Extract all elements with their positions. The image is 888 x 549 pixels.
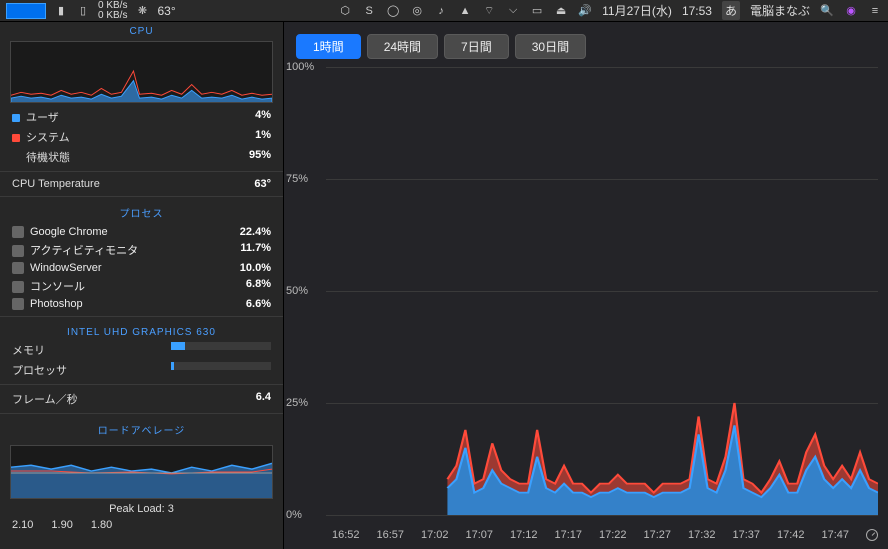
gpu-memory-row: メモリ [0,340,283,360]
peak-load: Peak Load: 3 [0,503,283,515]
cpu-idle-row: 待機状態95% [0,147,283,167]
menubar-app[interactable]: 電脳まなぶ [750,2,810,19]
app-icon [12,298,24,310]
x-label: 16:57 [377,529,405,541]
siri-icon[interactable]: ◉ [844,4,858,18]
target-icon[interactable]: ◎ [410,4,424,18]
clock-icon[interactable] [866,529,878,541]
dropbox-icon[interactable]: ⬡ [338,4,352,18]
tab-24時間[interactable]: 24時間 [367,34,438,59]
process-row[interactable]: コンソール6.8% [0,276,283,296]
volume-icon[interactable]: 🔊 [578,4,592,18]
y-label: 75% [286,173,308,185]
process-row[interactable]: Google Chrome22.4% [0,224,283,240]
fps-row: フレーム／秒6.4 [0,389,283,409]
spotlight-icon[interactable]: 🔍 [820,4,834,18]
x-label: 17:22 [599,529,627,541]
gpu-section-title: INTEL UHD GRAPHICS 630 [0,321,283,340]
shazam-icon[interactable]: ♪ [434,4,448,18]
menubar-date[interactable]: 11月27日(水) [602,2,672,19]
cpu-meter-icon[interactable] [6,3,46,19]
x-label: 17:37 [733,529,761,541]
process-row[interactable]: アクティビティモニタ11.7% [0,240,283,260]
time-range-tabs: 1時間24時間7日間30日間 [284,22,888,67]
app-icon [12,281,24,293]
y-label: 50% [286,285,308,297]
wifi-icon[interactable]: ⌵ [506,4,520,18]
app-icon [12,226,24,238]
tab-1時間[interactable]: 1時間 [296,34,361,59]
y-label: 100% [286,61,314,73]
cpu-section-title: CPU [0,22,283,41]
display-icon[interactable]: ▭ [530,4,544,18]
bluetooth-icon[interactable]: ⌔ [482,4,496,18]
s-icon[interactable]: S [362,4,376,18]
ime-indicator[interactable]: あ [722,1,740,20]
cpu-system-row: システム1% [0,127,283,147]
load-legend: 2.10 1.90 1.80 [0,515,283,535]
mem-icon[interactable]: ▮ [54,4,68,18]
gpu-processor-row: プロセッサ [0,360,283,380]
process-row[interactable]: WindowServer10.0% [0,260,283,276]
menu-icon[interactable]: ≡ [868,4,882,18]
y-label: 0% [286,509,302,521]
cpu-temp-row: CPU Temperature63° [0,176,283,192]
fan-icon[interactable]: ❋ [135,4,149,18]
net-speed: 0 KB/s0 KB/s [98,1,127,21]
app-icon [12,245,24,257]
load-section-title: ロードアベレージ [0,418,283,441]
menubar-time[interactable]: 17:53 [682,4,712,18]
x-label: 17:02 [421,529,449,541]
x-label: 17:27 [644,529,672,541]
keyboard-icon[interactable]: ▲ [458,4,472,18]
cpu-history-chart[interactable]: 100%75%50%25%0% [326,67,878,515]
load-average-chart[interactable] [10,445,273,499]
cpu-user-row: ユーザ4% [0,107,283,127]
tab-30日間[interactable]: 30日間 [515,34,586,59]
menubar-temp: 63° [157,4,175,18]
cpu-mini-chart[interactable] [10,41,273,103]
x-label: 17:47 [822,529,850,541]
x-label: 17:17 [555,529,583,541]
x-label: 17:12 [510,529,538,541]
eject-icon[interactable]: ⏏ [554,4,568,18]
process-row[interactable]: Photoshop6.6% [0,296,283,312]
process-section-title: プロセス [0,201,283,224]
x-label: 17:42 [777,529,805,541]
disk-icon[interactable]: ▯ [76,4,90,18]
main-panel: 1時間24時間7日間30日間 100%75%50%25%0% 16:5216:5… [284,22,888,549]
y-label: 25% [286,397,308,409]
x-label: 17:32 [688,529,716,541]
menubar: ▮ ▯ 0 KB/s0 KB/s ❋ 63° ⬡ S ◯ ◎ ♪ ▲ ⌔ ⌵ ▭… [0,0,888,22]
app-icon [12,262,24,274]
cc-icon[interactable]: ◯ [386,4,400,18]
tab-7日間[interactable]: 7日間 [444,34,509,59]
sidebar: CPU ユーザ4% システム1% 待機状態95% CPU Temperature… [0,22,284,549]
x-label: 16:52 [332,529,360,541]
x-label: 17:07 [466,529,494,541]
x-axis: 16:52 16:57 17:02 17:07 17:12 17:17 17:22 17:27… [284,525,888,549]
